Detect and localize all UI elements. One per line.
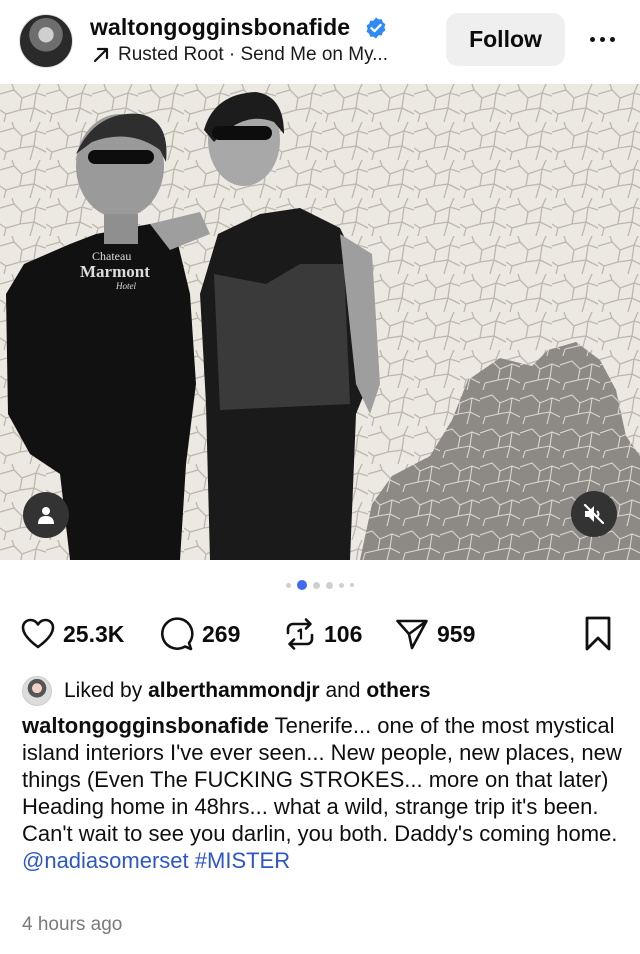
liked-by-others[interactable]: others: [366, 679, 430, 703]
reposts-count: 106: [324, 620, 363, 647]
liked-by-row[interactable]: Liked by alberthammondjr and others: [22, 676, 431, 706]
action-bar: 25.3K 269 106 959: [0, 612, 640, 656]
svg-text:Chateau: Chateau: [92, 249, 131, 263]
music-label: Rusted Root · Send Me on My...: [118, 44, 388, 65]
more-options-icon[interactable]: [584, 26, 620, 52]
svg-text:Hotel: Hotel: [115, 281, 136, 291]
save-button[interactable]: [584, 612, 612, 656]
comments-count: 269: [202, 620, 241, 647]
post-header: waltongogginsbonafide Rusted Root · Send…: [0, 0, 640, 84]
liker-avatar: [22, 676, 52, 706]
share-button[interactable]: 959: [395, 612, 475, 656]
post-caption: waltongogginsbonafide Tenerife... one of…: [22, 712, 622, 874]
shares-count: 959: [437, 620, 476, 647]
speaker-muted-icon: [583, 503, 605, 525]
follow-button[interactable]: Follow: [446, 13, 565, 66]
mute-button[interactable]: [571, 491, 617, 537]
heart-icon: [21, 618, 55, 649]
repost-icon: [286, 618, 314, 650]
photo-illustration: Chateau Marmont Hotel: [0, 84, 640, 560]
profile-avatar[interactable]: [19, 14, 73, 68]
comment-button[interactable]: 269: [160, 612, 240, 656]
post-timestamp: 4 hours ago: [22, 914, 123, 935]
arrow-up-right-icon: [93, 47, 109, 63]
carousel-dot: [350, 583, 354, 587]
carousel-dot: [286, 582, 291, 588]
carousel-dot: [313, 581, 320, 589]
comment-icon: [160, 617, 194, 651]
user-tag-button[interactable]: [23, 492, 69, 538]
caption-mention[interactable]: @nadiasomerset: [22, 848, 189, 873]
like-button[interactable]: 25.3K: [21, 612, 124, 656]
carousel-indicator: [0, 580, 640, 590]
username[interactable]: waltongogginsbonafide: [90, 14, 350, 41]
bookmark-icon: [585, 616, 611, 651]
liked-by-and: and: [325, 679, 361, 702]
liker-username[interactable]: alberthammondjr: [148, 679, 320, 703]
music-info[interactable]: Rusted Root · Send Me on My...: [92, 44, 388, 66]
caption-username[interactable]: waltongogginsbonafide: [22, 713, 269, 738]
send-icon: [396, 619, 428, 650]
liked-by-prefix: Liked by: [64, 679, 143, 702]
carousel-dot-active: [297, 580, 307, 590]
verified-badge-icon: [366, 17, 386, 39]
carousel-dot: [326, 581, 333, 589]
post-image[interactable]: Chateau Marmont Hotel: [0, 84, 640, 560]
caption-hashtag[interactable]: #MISTER: [195, 848, 290, 873]
carousel-dot: [339, 582, 344, 588]
svg-text:Marmont: Marmont: [80, 262, 150, 281]
repost-button[interactable]: 106: [284, 612, 362, 656]
user-tag-icon: [38, 507, 54, 524]
likes-count: 25.3K: [63, 620, 125, 647]
